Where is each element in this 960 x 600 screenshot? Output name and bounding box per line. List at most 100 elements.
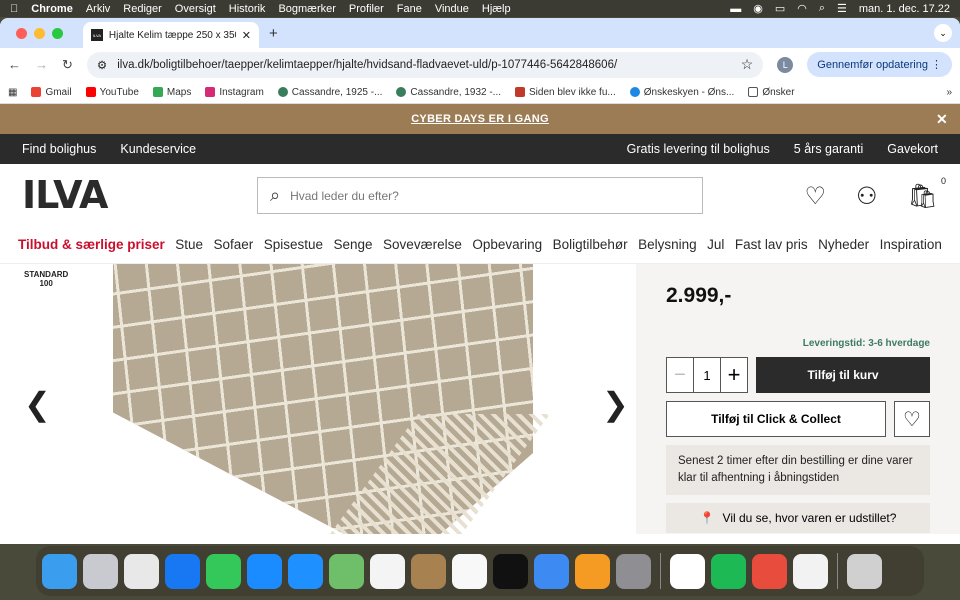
dock-airmail-icon[interactable] xyxy=(752,553,787,589)
dock-chrome-icon[interactable] xyxy=(124,553,159,589)
category-sofaer[interactable]: Sofaer xyxy=(214,237,254,252)
bed-icon[interactable]: ▬ xyxy=(730,3,741,15)
quantity-input[interactable]: 1 xyxy=(694,358,720,392)
dock-launchpad-icon[interactable] xyxy=(83,553,118,589)
clock[interactable]: man. 1. dec. 17.22 xyxy=(859,3,950,15)
forward-icon[interactable]: → xyxy=(35,57,48,72)
chevron-right-icon[interactable]: ❯ xyxy=(602,385,629,423)
address-bar[interactable]: ⚙ ilva.dk/boligtilbehoer/taepper/kelimta… xyxy=(86,51,764,78)
spotlight-icon[interactable]: ⌕ xyxy=(819,2,825,15)
bookmark-maps[interactable]: Maps xyxy=(152,87,191,98)
category-spisestue[interactable]: Spisestue xyxy=(264,237,323,252)
bookmark-folder-oensker[interactable]: Ønsker xyxy=(748,87,795,98)
decrease-button[interactable]: − xyxy=(667,358,694,392)
menu-historik[interactable]: Historik xyxy=(229,3,266,15)
dock-facebook-icon[interactable] xyxy=(165,553,200,589)
menu-bogmaerker[interactable]: Bogmærker xyxy=(278,3,335,15)
add-to-cart-button[interactable]: Tilføj til kurv xyxy=(756,357,930,393)
where-exhibited-button[interactable]: 📍 Vil du se, hvor varen er udstillet? xyxy=(666,503,930,533)
dock-app-store-icon[interactable] xyxy=(247,553,282,589)
dock-photos-icon[interactable] xyxy=(370,553,405,589)
dock-docs-icon[interactable] xyxy=(793,553,828,589)
close-tab-icon[interactable]: ✕ xyxy=(242,29,251,42)
more-bookmarks-icon[interactable]: » xyxy=(946,87,952,98)
dock-freeform-icon[interactable] xyxy=(670,553,705,589)
dock-safari-icon[interactable] xyxy=(288,553,323,589)
cart-icon[interactable]: 🛍 0 xyxy=(908,176,946,211)
tab-active[interactable]: ILVA Hjalte Kelim tæppe 250 x 350 ✕ xyxy=(83,22,259,48)
apple-icon[interactable]:  xyxy=(10,3,18,15)
apps-grid-icon[interactable]: ▦ xyxy=(8,87,17,98)
category-nyheder[interactable]: Nyheder xyxy=(818,237,869,252)
bookmark-oenskeskyen[interactable]: Ønskeskyen - Øns... xyxy=(629,87,734,98)
dock-system-settings-icon[interactable] xyxy=(616,553,651,589)
link-kundeservice[interactable]: Kundeservice xyxy=(120,142,196,156)
bookmark-star-icon[interactable]: ☆ xyxy=(741,56,754,73)
menu-profiler[interactable]: Profiler xyxy=(349,3,384,15)
link-gavekort[interactable]: Gavekort xyxy=(887,142,938,156)
link-garanti[interactable]: 5 års garanti xyxy=(794,142,863,156)
bookmark-cassandre-1932[interactable]: Cassandre, 1932 -... xyxy=(396,87,501,98)
dock-maps-icon[interactable] xyxy=(329,553,364,589)
zoom-window-button[interactable] xyxy=(52,27,63,39)
dock-reminders-icon[interactable] xyxy=(452,553,487,589)
play-icon[interactable]: ◉ xyxy=(753,2,763,15)
chevron-down-icon[interactable]: ⌄ xyxy=(934,24,952,42)
category-sovevaerelse[interactable]: Soveværelse xyxy=(383,237,462,252)
menu-rediger[interactable]: Rediger xyxy=(123,3,162,15)
menu-app-name[interactable]: Chrome xyxy=(31,3,73,15)
category-fast-lav-pris[interactable]: Fast lav pris xyxy=(735,237,808,252)
category-jul[interactable]: Jul xyxy=(707,237,724,252)
promo-banner[interactable]: CYBER DAYS ER I GANG ✕ xyxy=(0,104,960,134)
click-collect-button[interactable]: Tilføj til Click & Collect xyxy=(666,401,886,437)
site-settings-icon[interactable]: ⚙ xyxy=(97,58,107,72)
dock-trash-icon[interactable] xyxy=(847,553,882,589)
battery-icon[interactable]: ▭ xyxy=(775,2,785,15)
menu-hjaelp[interactable]: Hjælp xyxy=(482,3,511,15)
dock-pages-icon[interactable] xyxy=(575,553,610,589)
bookmark-youtube[interactable]: YouTube xyxy=(85,87,139,98)
dock-finder-icon[interactable] xyxy=(42,553,77,589)
menu-vindue[interactable]: Vindue xyxy=(435,3,469,15)
menu-fane[interactable]: Fane xyxy=(397,3,422,15)
chevron-left-icon[interactable]: ❮ xyxy=(24,385,51,423)
close-icon[interactable]: ✕ xyxy=(936,111,948,128)
search-input[interactable]: ⌕ Hvad leder du efter? xyxy=(257,177,703,214)
link-gratis-levering[interactable]: Gratis levering til bolighus xyxy=(627,142,770,156)
dock-spotify-icon[interactable] xyxy=(711,553,746,589)
category-stue[interactable]: Stue xyxy=(175,237,203,252)
new-tab-icon[interactable]: + xyxy=(269,25,278,42)
bookmark-siden[interactable]: Siden blev ikke fu... xyxy=(515,87,616,98)
back-icon[interactable]: ← xyxy=(8,57,21,72)
category-opbevaring[interactable]: Opbevaring xyxy=(472,237,542,252)
dock-tv-icon[interactable] xyxy=(493,553,528,589)
bookmark-instagram[interactable]: Instagram xyxy=(205,87,264,98)
category-tilbud[interactable]: Tilbud & særlige priser xyxy=(18,237,165,252)
dock-mail-icon[interactable] xyxy=(534,553,569,589)
promo-text[interactable]: CYBER DAYS ER I GANG xyxy=(411,113,549,125)
wishlist-button[interactable]: ♡ xyxy=(894,401,930,437)
update-button[interactable]: Gennemfør opdatering ⋮ xyxy=(807,52,952,77)
user-icon[interactable]: ⚇ xyxy=(856,182,878,211)
control-center-icon[interactable]: ☰ xyxy=(837,2,847,15)
ilva-logo[interactable]: ILVA xyxy=(22,173,108,217)
category-boligtilbehoer[interactable]: Boligtilbehør xyxy=(553,237,628,252)
reload-icon[interactable]: ↻ xyxy=(62,57,73,73)
minimize-window-button[interactable] xyxy=(34,27,45,39)
bookmark-cassandre-1925[interactable]: Cassandre, 1925 -... xyxy=(277,87,382,98)
menu-arkiv[interactable]: Arkiv xyxy=(86,3,110,15)
increase-button[interactable]: + xyxy=(720,358,747,392)
heart-icon[interactable]: ♡ xyxy=(805,182,827,211)
profile-avatar[interactable]: L xyxy=(777,56,794,73)
url-text[interactable]: ilva.dk/boligtilbehoer/taepper/kelimtaep… xyxy=(117,59,617,71)
dock-contacts-icon[interactable] xyxy=(411,553,446,589)
bookmark-gmail[interactable]: Gmail xyxy=(31,87,72,98)
category-senge[interactable]: Senge xyxy=(334,237,373,252)
menu-oversigt[interactable]: Oversigt xyxy=(175,3,216,15)
close-window-button[interactable] xyxy=(16,27,27,39)
category-inspiration[interactable]: Inspiration xyxy=(880,237,942,252)
wifi-icon[interactable]: ◠ xyxy=(797,2,807,15)
category-belysning[interactable]: Belysning xyxy=(638,237,697,252)
dock-messages-icon[interactable] xyxy=(206,553,241,589)
link-find-bolighus[interactable]: Find bolighus xyxy=(22,142,96,156)
